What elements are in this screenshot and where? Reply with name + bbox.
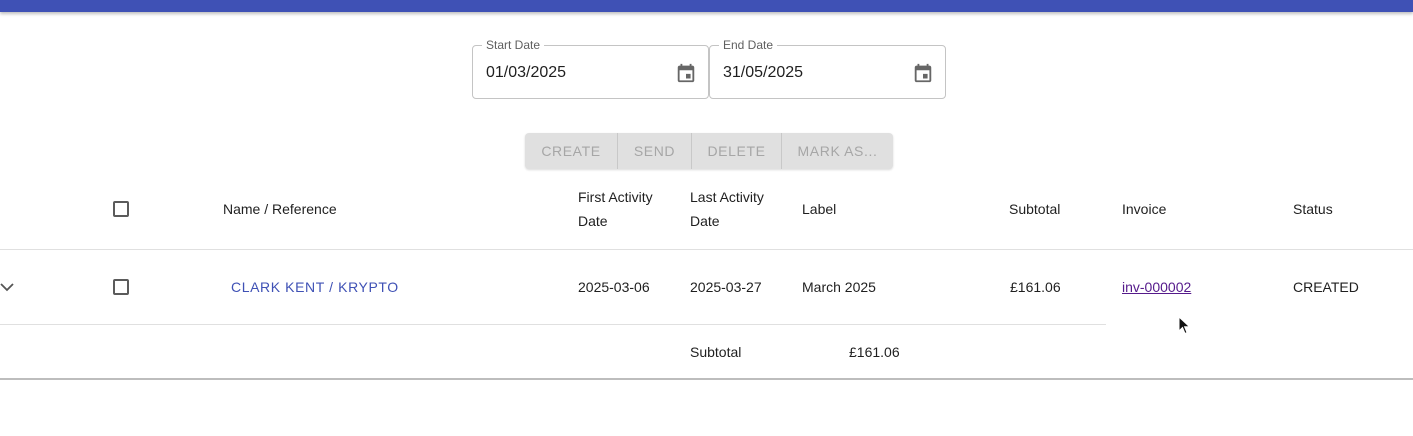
mark-as-button[interactable]: MARK AS... bbox=[782, 133, 893, 169]
end-date-label: End Date bbox=[719, 38, 778, 52]
header-subtotal[interactable]: Subtotal bbox=[1009, 197, 1060, 221]
calendar-icon[interactable] bbox=[912, 62, 934, 84]
start-date-field[interactable]: Start Date 01/03/2025 bbox=[472, 38, 709, 99]
header-first-activity-line1[interactable]: First Activity bbox=[578, 185, 653, 209]
header-label[interactable]: Label bbox=[802, 197, 836, 221]
header-status[interactable]: Status bbox=[1293, 197, 1333, 221]
row-invoice-link[interactable]: inv-000002 bbox=[1122, 277, 1191, 297]
footer-divider bbox=[0, 378, 1413, 380]
send-button[interactable]: SEND bbox=[618, 133, 692, 169]
footer-subtotal-value: £161.06 bbox=[849, 344, 900, 360]
create-button[interactable]: CREATE bbox=[525, 133, 618, 169]
end-date-value[interactable]: 31/05/2025 bbox=[723, 64, 803, 82]
row-first-activity: 2025-03-06 bbox=[578, 279, 650, 295]
row-last-activity: 2025-03-27 bbox=[690, 279, 762, 295]
row-name-link[interactable]: CLARK KENT / KRYPTO bbox=[231, 277, 399, 297]
row-subtotal: £161.06 bbox=[1010, 279, 1061, 295]
end-date-field[interactable]: End Date 31/05/2025 bbox=[709, 38, 946, 99]
header-divider bbox=[0, 249, 1413, 250]
app-bar bbox=[0, 0, 1413, 12]
mouse-cursor-icon bbox=[1178, 315, 1192, 336]
header-last-activity-line1[interactable]: Last Activity bbox=[690, 185, 764, 209]
header-name[interactable]: Name / Reference bbox=[223, 197, 337, 221]
row-divider bbox=[0, 324, 1106, 325]
select-all-checkbox[interactable] bbox=[113, 201, 129, 217]
start-date-label: Start Date bbox=[482, 38, 545, 52]
expand-row-chevron-icon[interactable] bbox=[0, 279, 14, 295]
calendar-icon[interactable] bbox=[675, 62, 697, 84]
header-first-activity-line2[interactable]: Date bbox=[578, 209, 608, 233]
action-button-group: CREATE SEND DELETE MARK AS... bbox=[525, 133, 893, 169]
header-invoice[interactable]: Invoice bbox=[1122, 197, 1166, 221]
row-label: March 2025 bbox=[802, 279, 876, 295]
row-status: CREATED bbox=[1293, 279, 1359, 295]
delete-button[interactable]: DELETE bbox=[692, 133, 782, 169]
header-last-activity-line2[interactable]: Date bbox=[690, 209, 720, 233]
row-checkbox[interactable] bbox=[113, 279, 129, 295]
footer-subtotal-label: Subtotal bbox=[690, 344, 742, 360]
start-date-value[interactable]: 01/03/2025 bbox=[486, 64, 566, 82]
